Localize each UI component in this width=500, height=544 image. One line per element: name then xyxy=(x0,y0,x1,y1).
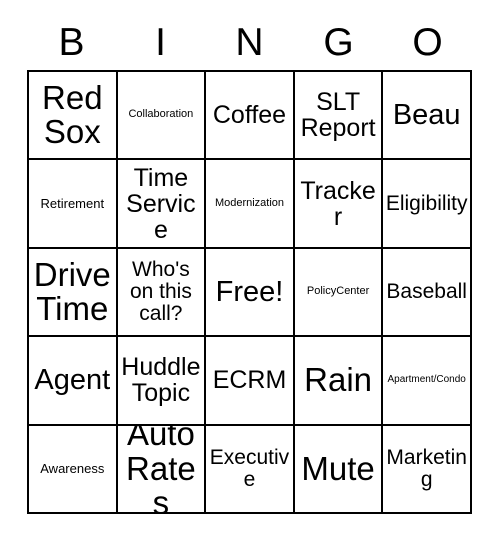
bingo-cell-label: Awareness xyxy=(40,461,105,477)
header-letter-text: B xyxy=(58,20,85,64)
bingo-cell-label: Who's on this call? xyxy=(129,258,192,325)
bingo-cell-label: Baseball xyxy=(386,280,467,304)
bingo-header-letter-o: O xyxy=(383,14,472,70)
bingo-grid: Red Sox Collaboration Coffee SLT Report … xyxy=(27,70,472,514)
bingo-cell-label: Red Sox xyxy=(42,78,103,151)
bingo-cell[interactable]: Tracker xyxy=(294,160,384,249)
bingo-cell-free[interactable]: Free! xyxy=(206,248,295,338)
bingo-cell-label: Coffee xyxy=(212,101,287,130)
bingo-cell-label: Rain xyxy=(304,361,373,399)
bingo-cell[interactable]: Who's on this call? xyxy=(117,248,207,338)
header-letter-text: I xyxy=(155,20,166,64)
bingo-cell-label: Retirement xyxy=(40,195,105,211)
header-letter-text: N xyxy=(235,20,264,64)
bingo-cell[interactable]: Huddle Topic xyxy=(117,337,207,426)
bingo-cell[interactable]: SLT Report xyxy=(294,72,384,161)
bingo-cell[interactable]: Red Sox xyxy=(29,72,118,161)
bingo-cell[interactable]: Rain xyxy=(294,337,384,426)
bingo-cell-label: Time Service xyxy=(126,163,196,244)
bingo-header-letter-b: B xyxy=(27,14,116,70)
bingo-cell-label: Auto Rates xyxy=(126,425,196,514)
bingo-cell-label: Executive xyxy=(209,445,290,491)
bingo-card: B I N G O Red Sox Collaboration Coffee S… xyxy=(0,0,500,544)
bingo-cell[interactable]: PolicyCenter xyxy=(294,248,384,338)
bingo-cell[interactable]: Modernization xyxy=(206,160,295,249)
bingo-cell[interactable]: ECRM xyxy=(206,337,295,426)
bingo-cell[interactable]: Executive xyxy=(206,425,295,514)
bingo-cell-label: Collaboration xyxy=(128,108,194,121)
bingo-cell[interactable]: Collaboration xyxy=(117,72,207,161)
bingo-cell[interactable]: Auto Rates xyxy=(117,425,207,514)
bingo-cell[interactable]: Marketing xyxy=(383,425,472,514)
bingo-cell-label: Modernization xyxy=(214,196,285,209)
bingo-header-letter-n: N xyxy=(205,14,294,70)
bingo-cell-label: ECRM xyxy=(212,366,287,395)
bingo-cell[interactable]: Baseball xyxy=(383,248,472,338)
bingo-cell-label: SLT Report xyxy=(300,88,376,143)
bingo-cell-label: Tracker xyxy=(300,176,376,231)
bingo-header-letter-g: G xyxy=(294,14,383,70)
bingo-cell-label: Huddle Topic xyxy=(121,353,201,408)
bingo-header-row: B I N G O xyxy=(27,14,472,70)
bingo-cell[interactable]: Coffee xyxy=(206,72,295,161)
bingo-header-letter-i: I xyxy=(116,14,205,70)
bingo-cell-label: Marketing xyxy=(386,445,467,491)
bingo-cell-label: Eligibility xyxy=(385,191,468,215)
header-letter-text: O xyxy=(412,20,443,64)
bingo-cell[interactable]: Apartment/Condo xyxy=(383,337,472,426)
bingo-cell-label: Free! xyxy=(215,275,284,308)
bingo-cell-label: PolicyCenter xyxy=(306,285,370,298)
bingo-cell[interactable]: Eligibility xyxy=(383,160,472,249)
bingo-cell-label: Apartment/Condo xyxy=(387,374,466,386)
bingo-cell[interactable]: Drive Time xyxy=(29,248,118,338)
bingo-cell-label: Mute xyxy=(301,449,375,487)
bingo-cell-label: Drive Time xyxy=(33,255,111,327)
bingo-cell[interactable]: Mute xyxy=(294,425,384,514)
bingo-cell[interactable]: Beau xyxy=(383,72,472,161)
bingo-cell[interactable]: Awareness xyxy=(29,425,118,514)
header-letter-text: G xyxy=(323,20,354,64)
bingo-cell[interactable]: Time Service xyxy=(117,160,207,249)
bingo-cell-label: Agent xyxy=(34,364,111,397)
bingo-cell[interactable]: Agent xyxy=(29,337,118,426)
bingo-cell[interactable]: Retirement xyxy=(29,160,118,249)
bingo-cell-label: Beau xyxy=(392,99,461,132)
